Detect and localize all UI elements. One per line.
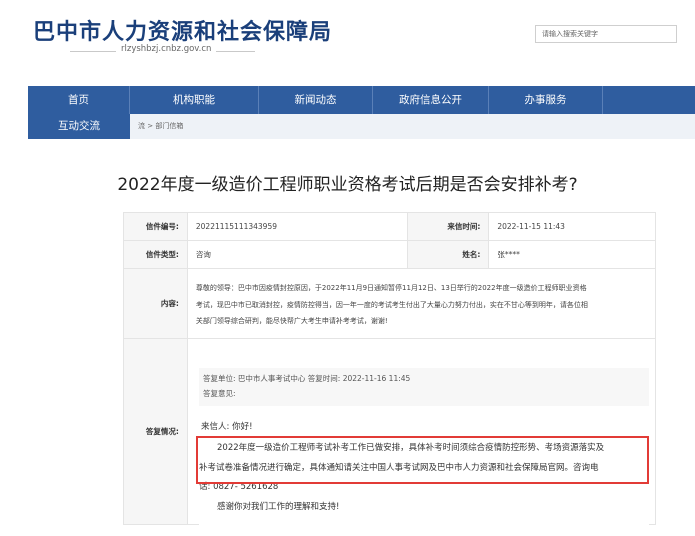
nav-item-interaction[interactable]: 互动交流 (28, 114, 130, 139)
letter-type-label: 信件类型: (123, 240, 188, 269)
sender-name-label: 姓名: (406, 240, 490, 269)
breadcrumb: 流 > 部门信箱 (138, 122, 184, 130)
letter-time-label: 来信时间: (406, 212, 490, 241)
letter-time-value: 2022-11-15 11:43 (488, 212, 656, 241)
reply-label: 答复情况: (123, 338, 188, 525)
reply-meta-opinion: 答复意见: (203, 389, 236, 398)
page-title: 2022年度一级造价工程师职业资格考试后期是否会安排补考? (117, 175, 578, 195)
reply-meta-unit-time: 答复单位: 巴中市人事考试中心 答复时间: 2022-11-16 11:45 (203, 374, 411, 383)
breadcrumb-bar: 流 > 部门信箱 (130, 114, 695, 139)
content-line: 考试，现巴中市已取消封控，疫情防控得当，因一年一度的考试考生付出了大量心力努力付… (195, 300, 588, 309)
content-line: 关部门领导综合研判，能尽快帮广大考生申请补考考试，谢谢! (195, 317, 388, 326)
content-line: 尊敬的领导：巴中市因疫情封控原因，于2022年11月9日通知暂停11月12日、1… (195, 284, 587, 293)
letter-content: 尊敬的领导：巴中市因疫情封控原因，于2022年11月9日通知暂停11月12日、1… (186, 268, 657, 339)
letter-number-label: 信件编号: (123, 212, 188, 241)
site-domain: rlzyshbzj.cnbz.gov.cn (116, 44, 217, 54)
nav-item-gov-info[interactable]: 政府信息公开 (373, 86, 489, 114)
nav-item-home[interactable]: 首页 (28, 86, 130, 114)
search-input[interactable]: 请输入搜索关键字 (535, 25, 677, 43)
letter-type-value: 咨询 (186, 240, 408, 269)
sender-name-value: 张**** (488, 240, 656, 269)
nav-item-functions[interactable]: 机构职能 (130, 86, 259, 114)
highlight-box (196, 436, 649, 484)
site-title[interactable]: 巴中市人力资源和社会保障局 (33, 14, 332, 46)
letter-number-value: 20221115111343959 (186, 212, 408, 241)
content-label: 内容: (123, 268, 188, 339)
main-nav: 首页 机构职能 新闻动态 政府信息公开 办事服务 (28, 86, 695, 114)
nav-item-news[interactable]: 新闻动态 (259, 86, 373, 114)
site-header: 巴中市人力资源和社会保障局 rlzyshbzj.cnbz.gov.cn 请输入搜… (0, 0, 695, 80)
reply-thanks: 感谢你对我们工作的理解和支持! (217, 502, 340, 512)
nav-item-services[interactable]: 办事服务 (489, 86, 603, 114)
reply-greeting: 来信人: 你好! (201, 422, 253, 432)
